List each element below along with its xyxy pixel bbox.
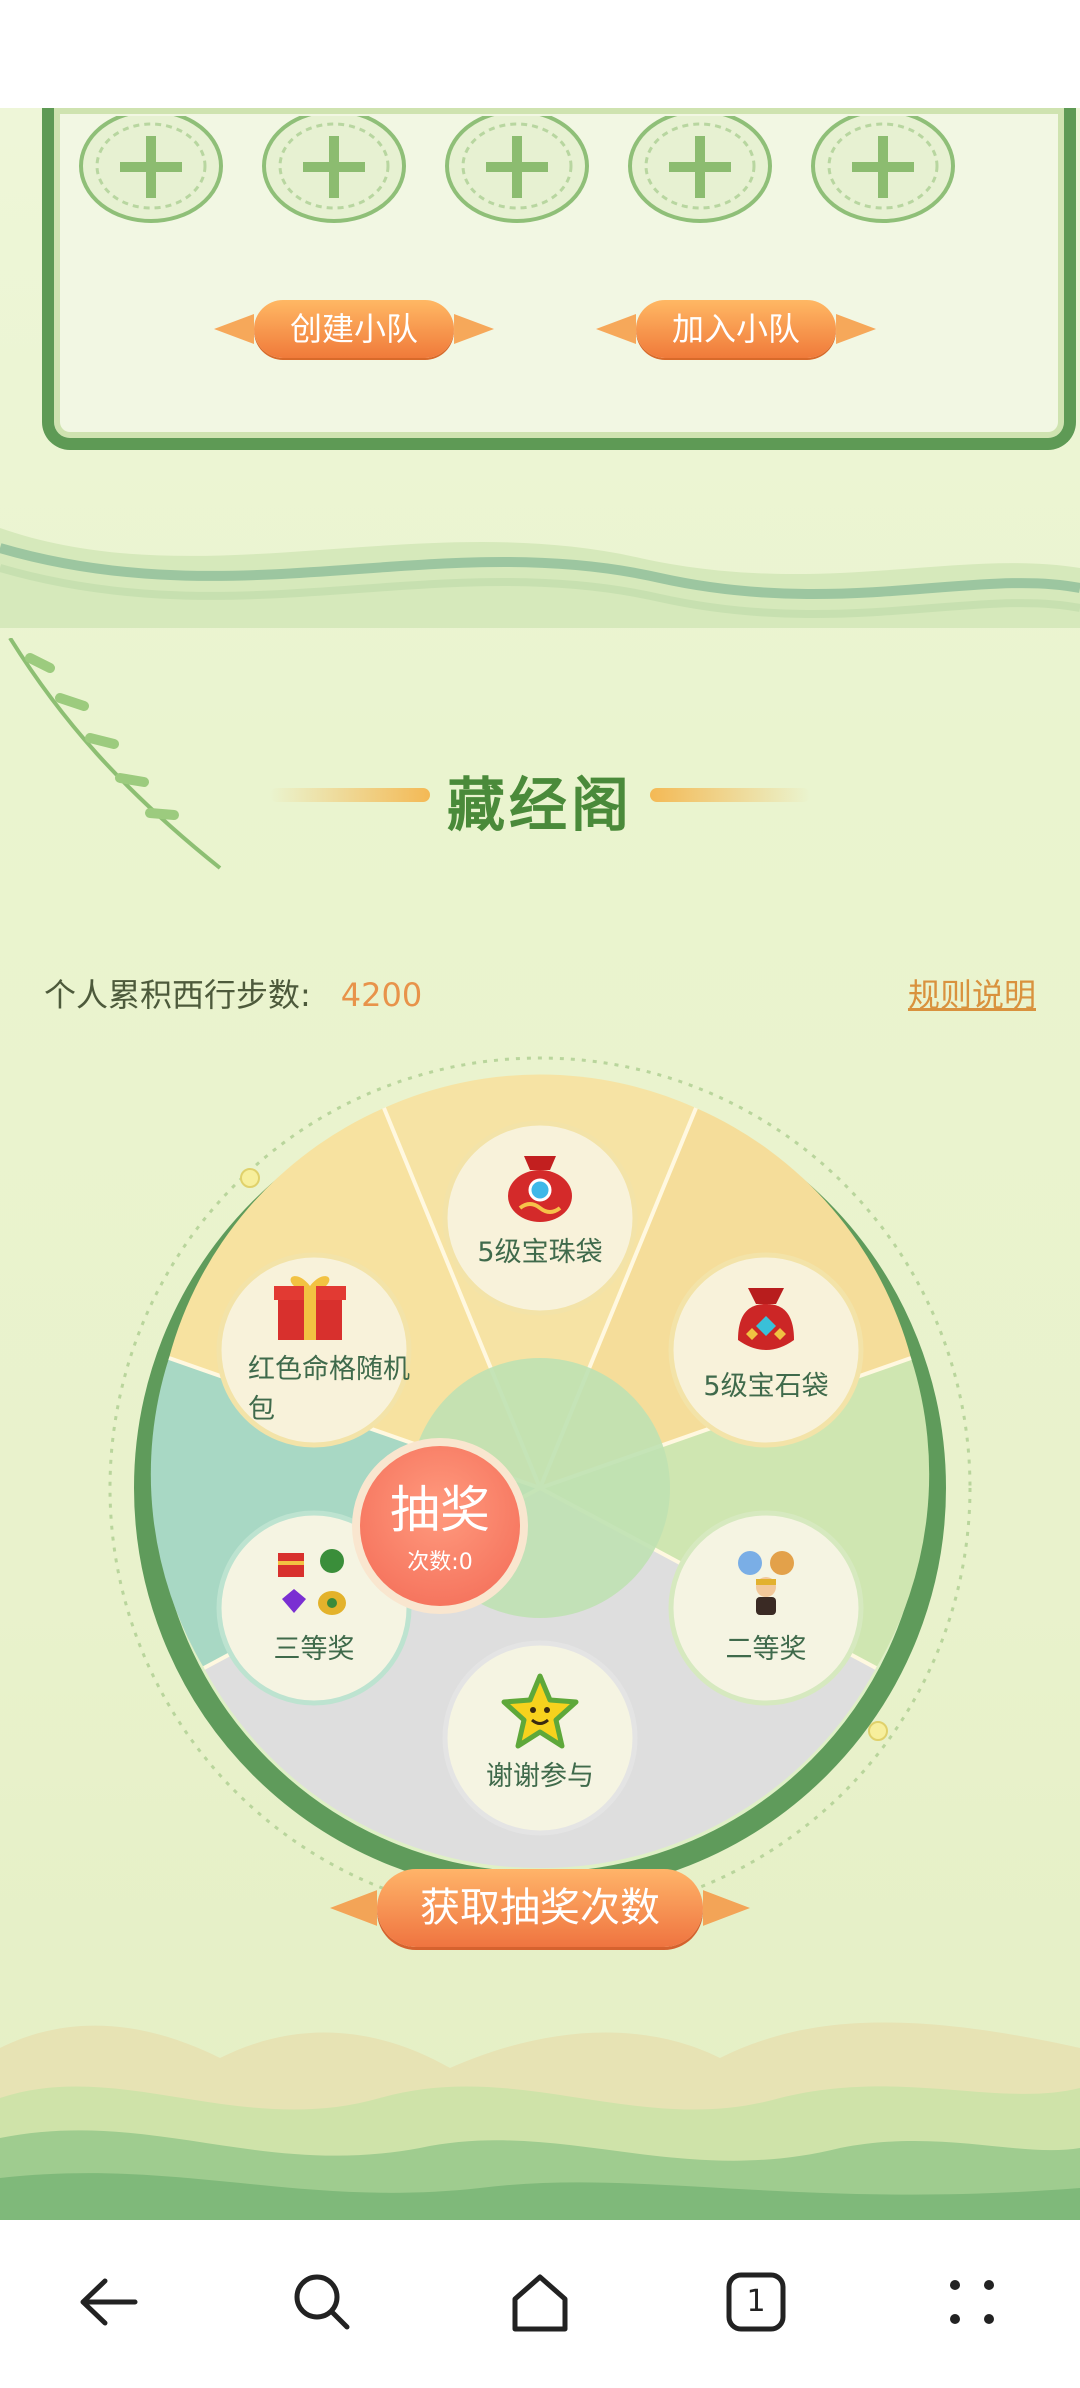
- join-team-button[interactable]: 加入小队: [596, 294, 877, 364]
- figures-icon: [726, 1543, 806, 1623]
- draw-count: 次数:0: [407, 1550, 473, 1575]
- get-draws-button[interactable]: 获取抽奖次数: [330, 1858, 751, 1958]
- prize-slot: 红色命格随机包: [220, 1266, 410, 1430]
- steps-label: 个人累积西行步数:: [44, 976, 311, 1014]
- ribbon-left-icon: [214, 314, 254, 344]
- draw-button[interactable]: 抽奖 次数:0: [352, 1438, 528, 1614]
- prize-slot: 5级宝珠袋: [450, 1146, 630, 1269]
- gem-bag-icon: [726, 1280, 806, 1360]
- ribbon-right-icon: [836, 314, 877, 344]
- tabs-button[interactable]: 1: [716, 2262, 796, 2342]
- add-member-slot[interactable]: [442, 109, 592, 224]
- prize-label: 红色命格随机包: [248, 1354, 410, 1425]
- add-member-slot[interactable]: [625, 109, 775, 224]
- add-member-slot[interactable]: [808, 109, 958, 224]
- ribbon-right-icon: [702, 1890, 751, 1926]
- gift-box-icon: [270, 1266, 350, 1346]
- add-member-slot[interactable]: [76, 109, 226, 224]
- gem-pile-icon: [274, 1543, 354, 1623]
- prize-label: 5级宝珠袋: [477, 1237, 603, 1268]
- create-team-button[interactable]: 创建小队: [214, 294, 495, 364]
- home-button[interactable]: [500, 2262, 580, 2342]
- ribbon-left-icon: [596, 314, 636, 344]
- rules-link[interactable]: 规则说明: [908, 970, 1036, 1016]
- ribbon-left-icon: [330, 1890, 378, 1926]
- section-title: 藏经阁: [446, 771, 633, 839]
- star-icon: [500, 1670, 580, 1750]
- red-orb-bag-icon: [500, 1146, 580, 1226]
- back-arrow-icon: [80, 2278, 138, 2326]
- more-dots-icon: [950, 2280, 994, 2324]
- prize-wheel: 5级宝珠袋 5级宝石袋 二等奖 谢谢参与 三等奖 红色命格随机包: [100, 1048, 980, 1928]
- title-flame-right: [650, 788, 810, 802]
- more-button[interactable]: [932, 2262, 1012, 2342]
- activity-page: 创建小队 加入小队 藏经阁 个人累积西行步数: 4200 规则说明 5级宝珠袋 …: [0, 108, 1080, 2220]
- create-team-label: 创建小队: [254, 300, 455, 358]
- prize-label: 二等奖: [725, 1634, 807, 1665]
- prize-label: 三等奖: [273, 1634, 355, 1665]
- search-button[interactable]: [282, 2262, 362, 2342]
- cloud-decoration: [0, 2022, 1080, 2220]
- prize-label: 谢谢参与: [486, 1761, 594, 1792]
- search-icon: [294, 2274, 350, 2330]
- bottom-nav: 1: [0, 2220, 1080, 2388]
- wave-decoration: [0, 528, 1080, 628]
- prize-label: 5级宝石袋: [703, 1371, 829, 1402]
- join-team-label: 加入小队: [636, 300, 837, 358]
- home-icon: [512, 2274, 568, 2332]
- add-member-slot[interactable]: [259, 109, 409, 224]
- steps-value: 4200: [340, 976, 423, 1014]
- tab-count: 1: [746, 2284, 766, 2319]
- ribbon-right-icon: [454, 314, 495, 344]
- get-draws-label: 获取抽奖次数: [377, 1869, 703, 1947]
- team-panel: 创建小队 加入小队: [42, 108, 1076, 450]
- prize-slot: 谢谢参与: [450, 1670, 630, 1793]
- back-button[interactable]: [68, 2262, 148, 2342]
- prize-slot: 二等奖: [676, 1543, 856, 1666]
- prize-slot: 5级宝石袋: [676, 1280, 856, 1403]
- draw-label: 抽奖: [390, 1481, 490, 1539]
- steps-info: 个人累积西行步数: 4200: [44, 970, 422, 1016]
